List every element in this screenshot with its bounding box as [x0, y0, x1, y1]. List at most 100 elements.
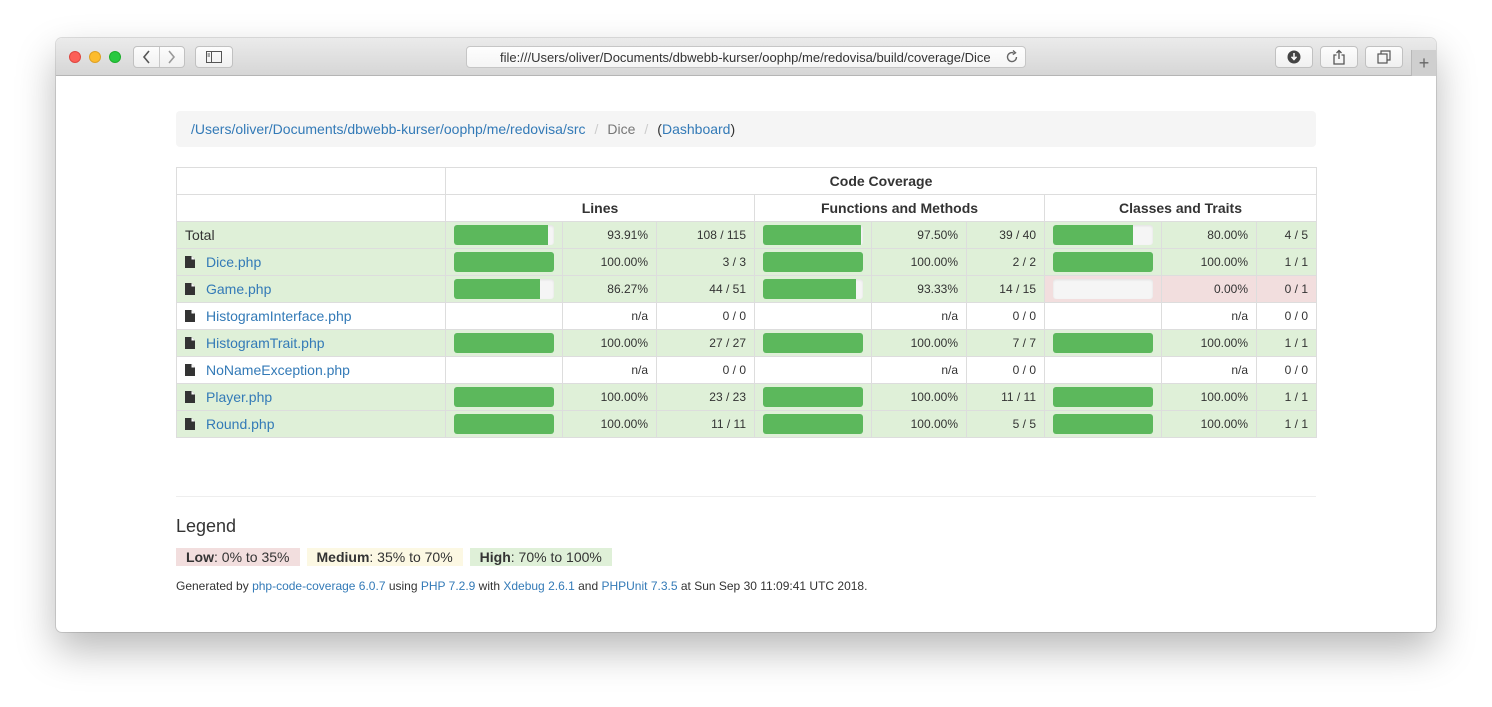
classes-percent: 0.00%: [1161, 275, 1257, 303]
share-button[interactable]: [1320, 46, 1358, 68]
lines-percent: 100.00%: [562, 329, 657, 357]
functions-percent: 93.33%: [871, 275, 967, 303]
classes-coverage-bar: [1053, 225, 1153, 245]
lines-bar-cell: [445, 221, 563, 249]
classes-bar-cell: [1044, 356, 1162, 384]
file-link[interactable]: HistogramTrait.php: [206, 335, 325, 351]
coverage-bar-fill: [763, 387, 863, 407]
share-icon: [1333, 49, 1345, 65]
classes-percent: 100.00%: [1161, 248, 1257, 276]
lines-coverage-bar: [454, 225, 554, 245]
legend-low-label: Low: [186, 549, 214, 565]
lines-percent: 93.91%: [562, 221, 657, 249]
legend-low: Low: 0% to 35%: [176, 548, 300, 566]
coverage-bar-fill: [1053, 225, 1133, 245]
table-subheader-row: Lines Functions and Methods Classes and …: [176, 194, 1318, 222]
classes-coverage-bar: [1053, 279, 1153, 299]
lines-count: 23 / 23: [656, 383, 755, 411]
coverage-bar-fill: [763, 252, 863, 272]
chevron-right-icon: [168, 50, 176, 64]
lines-percent: 100.00%: [562, 410, 657, 438]
chevron-left-icon: [142, 50, 150, 64]
file-icon: [185, 337, 195, 349]
legend-medium-range: : 35% to 70%: [369, 549, 453, 565]
functions-bar-cell: [754, 383, 872, 411]
forward-button[interactable]: [158, 47, 184, 67]
new-tab-button[interactable]: +: [1411, 50, 1436, 76]
lines-percent: 86.27%: [562, 275, 657, 303]
classes-percent: 80.00%: [1161, 221, 1257, 249]
file-link[interactable]: Player.php: [206, 389, 272, 405]
file-icon: [185, 418, 195, 430]
file-link[interactable]: Round.php: [206, 416, 275, 432]
dashboard-link[interactable]: Dashboard: [662, 121, 731, 137]
coverage-bar-fill: [1053, 387, 1153, 407]
table-row: Game.php 86.27% 44 / 51 93.33% 14 / 15 0.00% 0…: [176, 275, 1318, 303]
file-icon: [185, 310, 195, 322]
functions-percent: n/a: [871, 302, 967, 330]
php-code-coverage-link[interactable]: php-code-coverage 6.0.7: [252, 579, 385, 593]
functions-count: 5 / 5: [966, 410, 1045, 438]
legend-low-range: : 0% to 35%: [214, 549, 290, 565]
classes-count: 1 / 1: [1255, 248, 1318, 276]
file-link[interactable]: Dice.php: [206, 254, 261, 270]
maximize-window-button[interactable]: [109, 51, 121, 63]
classes-percent: n/a: [1161, 302, 1257, 330]
file-link[interactable]: Game.php: [206, 281, 271, 297]
classes-percent: 100.00%: [1161, 383, 1257, 411]
legend-high-range: : 70% to 100%: [510, 549, 602, 565]
breadcrumb-separator: /: [594, 121, 599, 137]
classes-count: 1 / 1: [1255, 383, 1318, 411]
classes-bar-cell: [1044, 221, 1162, 249]
coverage-bar-fill: [1053, 252, 1153, 272]
table-row: Total 93.91% 108 / 115 97.50% 39 / 40 80.00% 4…: [176, 221, 1318, 249]
lines-percent: 100.00%: [562, 383, 657, 411]
file-name-cell: Total: [176, 221, 446, 249]
classes-coverage-bar: [1053, 333, 1153, 353]
classes-bar-cell: [1044, 302, 1162, 330]
coverage-bar-fill: [454, 387, 554, 407]
url-text[interactable]: file:///Users/oliver/Documents/dbwebb-ku…: [500, 50, 990, 65]
sidebar-icon: [206, 51, 222, 63]
table-row: NoNameException.php n/a 0 / 0 n/a 0 / 0 n/a 0 …: [176, 356, 1318, 384]
file-link[interactable]: NoNameException.php: [206, 362, 350, 378]
functions-percent: n/a: [871, 356, 967, 384]
back-button[interactable]: [134, 47, 159, 67]
functions-coverage-bar: [763, 333, 863, 353]
reload-icon[interactable]: [1004, 49, 1020, 65]
download-icon: [1287, 50, 1301, 64]
file-icon: [185, 364, 195, 376]
classes-percent: n/a: [1161, 356, 1257, 384]
lines-bar-cell: [445, 275, 563, 303]
minimize-window-button[interactable]: [89, 51, 101, 63]
file-name-cell: Round.php: [176, 410, 446, 438]
classes-percent: 100.00%: [1161, 329, 1257, 357]
browser-toolbar: file:///Users/oliver/Documents/dbwebb-ku…: [56, 38, 1436, 76]
tabs-overview-icon: [1377, 50, 1391, 64]
coverage-bar-fill: [454, 333, 554, 353]
classes-count: 4 / 5: [1255, 221, 1318, 249]
show-tabs-button[interactable]: [1365, 46, 1403, 68]
phpunit-link[interactable]: PHPUnit 7.3.5: [601, 579, 677, 593]
functions-count: 11 / 11: [966, 383, 1045, 411]
address-bar[interactable]: file:///Users/oliver/Documents/dbwebb-ku…: [466, 46, 1026, 68]
downloads-button[interactable]: [1275, 46, 1313, 68]
breadcrumb-src-link[interactable]: /Users/oliver/Documents/dbwebb-kurser/oo…: [191, 121, 586, 137]
header-empty-cell: [176, 167, 446, 195]
xdebug-link[interactable]: Xdebug 2.6.1: [503, 579, 574, 593]
php-link[interactable]: PHP 7.2.9: [421, 579, 475, 593]
classes-bar-cell: [1044, 275, 1162, 303]
browser-window: file:///Users/oliver/Documents/dbwebb-ku…: [56, 38, 1436, 632]
classes-count: 1 / 1: [1255, 329, 1318, 357]
sidebar-toggle-button[interactable]: [195, 46, 233, 68]
nav-button-group: [133, 46, 185, 68]
coverage-bar-fill: [763, 414, 863, 434]
functions-percent: 100.00%: [871, 383, 967, 411]
legend-medium-label: Medium: [316, 549, 370, 565]
close-window-button[interactable]: [69, 51, 81, 63]
coverage-bar-fill: [454, 252, 554, 272]
legend: Low: 0% to 35% Medium: 35% to 70% High: …: [176, 548, 612, 566]
header-lines: Lines: [445, 194, 755, 222]
file-link[interactable]: HistogramInterface.php: [206, 308, 352, 324]
functions-bar-cell: [754, 356, 872, 384]
